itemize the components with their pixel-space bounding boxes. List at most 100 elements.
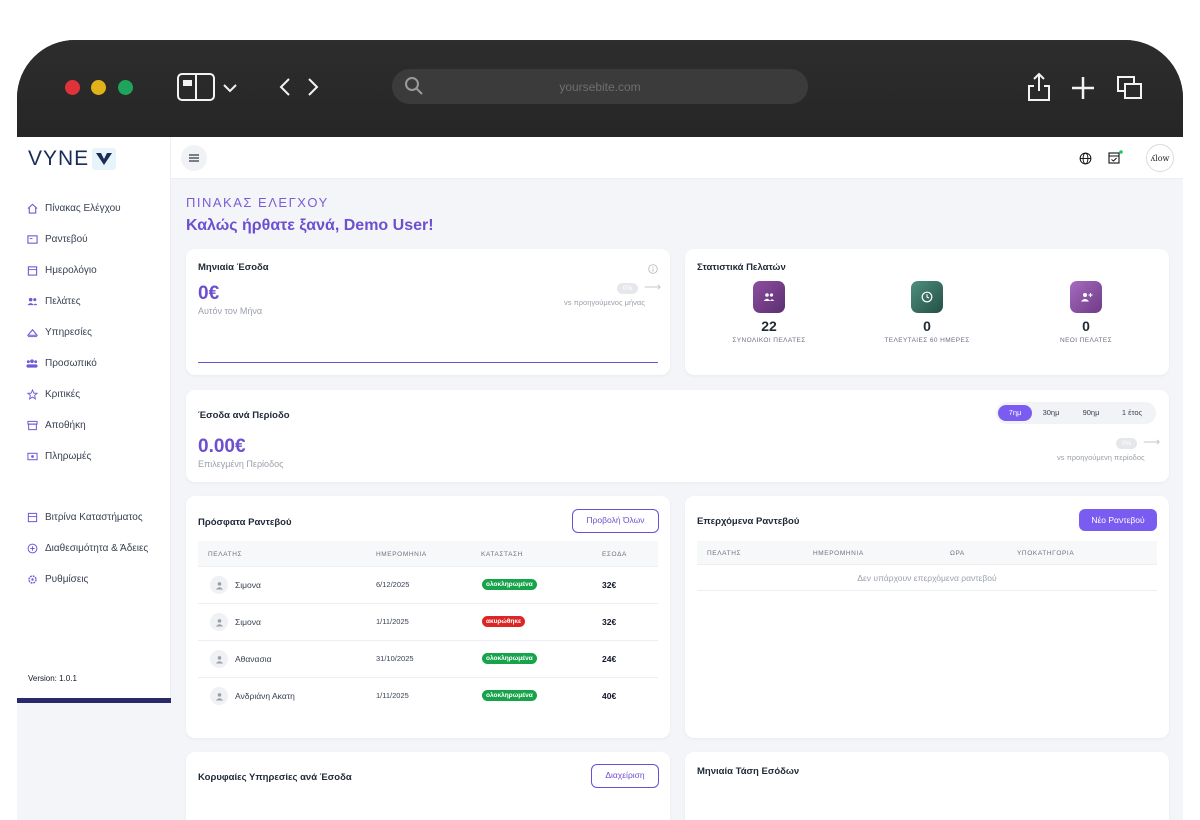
- column-header: ΠΕΛΑΤΗΣ: [208, 551, 243, 558]
- trend-line: [198, 362, 658, 363]
- card-title: Μηνιαία Έσοδα: [198, 262, 269, 273]
- amount: 32€: [602, 617, 617, 627]
- chevron-down-icon[interactable]: [223, 80, 237, 98]
- user-icon: [210, 613, 228, 631]
- logo: VYNE: [28, 147, 117, 171]
- top-services-card: Κορυφαίες Υπηρεσίες ανά Έσοδα Διαχείριση: [186, 752, 670, 820]
- sidebar-item-label: Πληρωμές: [45, 450, 92, 462]
- app-window: VYNE Πίνακας Ελέγχου Ραντεβού Ημερολόγιο…: [17, 137, 1183, 820]
- gear-icon: [26, 573, 38, 585]
- tabs-overview-icon[interactable]: [1117, 76, 1143, 105]
- menu-button[interactable]: [181, 145, 207, 171]
- recent-appointments-card: Πρόσφατα Ραντεβού Προβολή Όλων ΠΕΛΑΤΗΣ Η…: [186, 496, 670, 738]
- compare-label: vs προηγούμενος μήνας: [564, 298, 645, 307]
- star-icon: [26, 388, 38, 400]
- info-icon[interactable]: [648, 261, 658, 279]
- card-title: Κορυφαίες Υπηρεσίες ανά Έσοδα: [198, 772, 352, 783]
- close-window-button[interactable]: [65, 80, 80, 95]
- amount: 40€: [602, 691, 617, 701]
- calendar-notification-icon[interactable]: [1106, 149, 1124, 167]
- user-plus-icon: [1070, 281, 1102, 313]
- upcoming-appointments-card: Επερχόμενα Ραντεβού Νέο Ραντεβού ΠΕΛΑΤΗΣ…: [685, 496, 1169, 738]
- change-pill: 0%: [1116, 438, 1137, 449]
- storefront-icon: [26, 511, 38, 523]
- sidebar-item-label: Ραντεβού: [45, 233, 88, 245]
- sidebar-item-settings[interactable]: Ρυθμίσεις: [26, 569, 88, 589]
- minimize-window-button[interactable]: [91, 80, 106, 95]
- stat-total-customers: 22 ΣΥΝΟΛΙΚΟΙ ΠΕΛΑΤΕΣ: [699, 281, 839, 344]
- customer-name: Σιμονα: [235, 580, 261, 590]
- monthly-income-value: 0€: [198, 283, 220, 304]
- sidebar-item-reviews[interactable]: Κριτικές: [26, 384, 80, 404]
- user-icon: [210, 650, 228, 668]
- device-frame: yoursebite.com VYNE Πίνακας Ελέγχου Ραντ…: [17, 40, 1183, 820]
- home-icon: [26, 202, 38, 214]
- compare-label: vs προηγούμενη περίοδος: [1057, 453, 1145, 462]
- period-selector: 7ημ 30ημ 90ημ 1 έτος: [996, 402, 1156, 424]
- sidebar-item-payments[interactable]: Πληρωμές: [26, 446, 91, 466]
- period-option-7d[interactable]: 7ημ: [998, 405, 1032, 421]
- sidebar-item-label: Αποθήκη: [45, 419, 86, 431]
- welcome-heading: Καλώς ήρθατε ξανά, Demo User!: [186, 217, 434, 234]
- sidebar-item-storefront[interactable]: Βιτρίνα Καταστήματος: [26, 507, 143, 527]
- maximize-window-button[interactable]: [118, 80, 133, 95]
- table-row[interactable]: Σιμονα 6/12/2025 ολοκληρωμένα 32€: [198, 567, 658, 604]
- user-icon: [210, 576, 228, 594]
- address-bar[interactable]: yoursebite.com: [392, 69, 808, 104]
- sidebar-item-staff[interactable]: Προσωπικό: [26, 353, 97, 373]
- sidebar-item-dashboard[interactable]: Πίνακας Ελέγχου: [26, 198, 121, 218]
- column-header: ΩΡΑ: [950, 550, 965, 557]
- manage-button[interactable]: Διαχείριση: [591, 764, 659, 788]
- monthly-trend-card: Μηνιαία Τάση Εσόδων: [685, 752, 1169, 820]
- arrow-right-icon: ⟶: [1143, 435, 1161, 449]
- period-option-90d[interactable]: 90ημ: [1074, 405, 1108, 421]
- sidebar-item-label: Ρυθμίσεις: [45, 573, 89, 585]
- card-title: Πρόσφατα Ραντεβού: [198, 517, 292, 528]
- card-title: Επερχόμενα Ραντεβού: [697, 516, 800, 527]
- availability-icon: [26, 542, 38, 554]
- sidebar-bottom-bar: [17, 698, 171, 703]
- status-badge: ολοκληρωμένα: [482, 579, 537, 590]
- top-bar: ʎlow: [171, 137, 1183, 179]
- new-tab-icon[interactable]: [1071, 76, 1095, 105]
- table-row[interactable]: Ανδριάνη Ακατη 1/11/2025 ολοκληρωμένα 40…: [198, 678, 658, 715]
- period-option-1y[interactable]: 1 έτος: [1114, 405, 1150, 421]
- stat-value: 22: [761, 318, 777, 334]
- back-icon[interactable]: [279, 77, 291, 102]
- new-appointment-button[interactable]: Νέο Ραντεβού: [1079, 509, 1157, 531]
- view-all-button[interactable]: Προβολή Όλων: [572, 509, 659, 533]
- period-option-30d[interactable]: 30ημ: [1034, 405, 1068, 421]
- appointment-date: 31/10/2025: [376, 654, 414, 663]
- stat-value: 0: [923, 318, 931, 334]
- table-row[interactable]: Σιμονα 1/11/2025 ακυρώθηκε 32€: [198, 604, 658, 641]
- column-header: ΥΠΟΚΑΤΗΓΟΡΙΑ: [1017, 550, 1075, 557]
- sidebar-item-label: Πίνακας Ελέγχου: [45, 202, 121, 214]
- avatar[interactable]: ʎlow: [1146, 144, 1174, 172]
- sidebar-item-calendar[interactable]: Ημερολόγιο: [26, 260, 97, 280]
- sidebar-item-label: Ημερολόγιο: [45, 264, 97, 276]
- appointment-date: 6/12/2025: [376, 580, 410, 589]
- customer-name: Αθανασια: [235, 654, 272, 664]
- forward-icon[interactable]: [307, 77, 319, 102]
- card-title: Στατιστικά Πελατών: [697, 262, 786, 273]
- period-income-value: 0.00€: [198, 436, 246, 457]
- stat-label: ΝΕΟΙ ΠΕΛΑΤΕΣ: [1059, 337, 1113, 344]
- empty-state: Δεν υπάρχουν επερχόμενα ραντεβού: [697, 565, 1157, 591]
- share-icon[interactable]: [1027, 72, 1051, 107]
- sidebar-item-appointments[interactable]: Ραντεβού: [26, 229, 88, 249]
- sidebar-item-availability[interactable]: Διαθεσιμότητα & Άδειες: [26, 538, 148, 558]
- sidebar-toggle-icon[interactable]: [177, 73, 215, 106]
- sidebar-item-label: Προσωπικό: [45, 357, 97, 369]
- column-header: ΚΑΤΑΣΤΑΣΗ: [481, 551, 523, 558]
- archive-icon: [26, 419, 38, 431]
- sidebar-item-services[interactable]: Υπηρεσίες: [26, 322, 92, 342]
- sidebar-item-storage[interactable]: Αποθήκη: [26, 415, 86, 435]
- period-income-subtitle: Επιλεγμένη Περίοδος: [198, 459, 284, 469]
- sidebar-item-customers[interactable]: Πελάτες: [26, 291, 81, 311]
- column-header: ΗΜΕΡΟΜΗΝΙΑ: [813, 550, 864, 557]
- table-row[interactable]: Αθανασια 31/10/2025 ολοκληρωμένα 24€: [198, 641, 658, 678]
- sidebar-item-label: Κριτικές: [45, 388, 81, 400]
- amount: 24€: [602, 654, 617, 664]
- customer-name: Ανδριάνη Ακατη: [235, 691, 295, 701]
- language-globe-icon[interactable]: [1076, 149, 1094, 167]
